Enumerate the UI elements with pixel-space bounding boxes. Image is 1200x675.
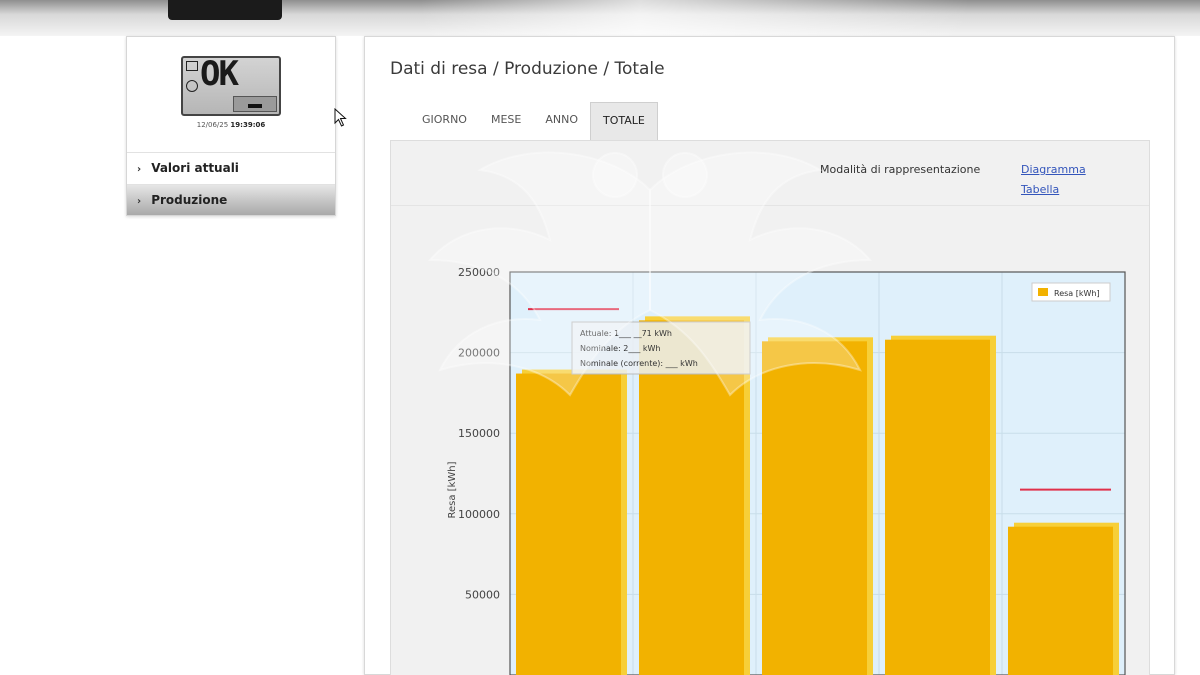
bar (885, 339, 990, 675)
tooltip-line: Nominale: 2___ kWh (580, 344, 661, 353)
bar (762, 341, 867, 675)
y-axis-label: Resa [kWh] (447, 461, 458, 518)
y-tick-label: 200000 (458, 347, 500, 360)
y-tick-label: 100000 (458, 508, 500, 521)
legend-swatch (1038, 288, 1048, 296)
bar (1008, 526, 1113, 675)
y-tick-label: 250000 (458, 266, 500, 279)
bar (516, 373, 621, 675)
yield-chart: 50000 100000 150000 200000 250000 Resa [kWh] R… (447, 266, 1126, 675)
legend-label: Resa [kWh] (1054, 289, 1100, 298)
y-tick-label: 50000 (465, 588, 500, 601)
tooltip-line: Nominale (corrente): ___ kWh (580, 359, 698, 368)
y-tick-label: 150000 (458, 427, 500, 440)
tooltip-line: Attuale: 1___ __71 kWh (580, 329, 672, 338)
